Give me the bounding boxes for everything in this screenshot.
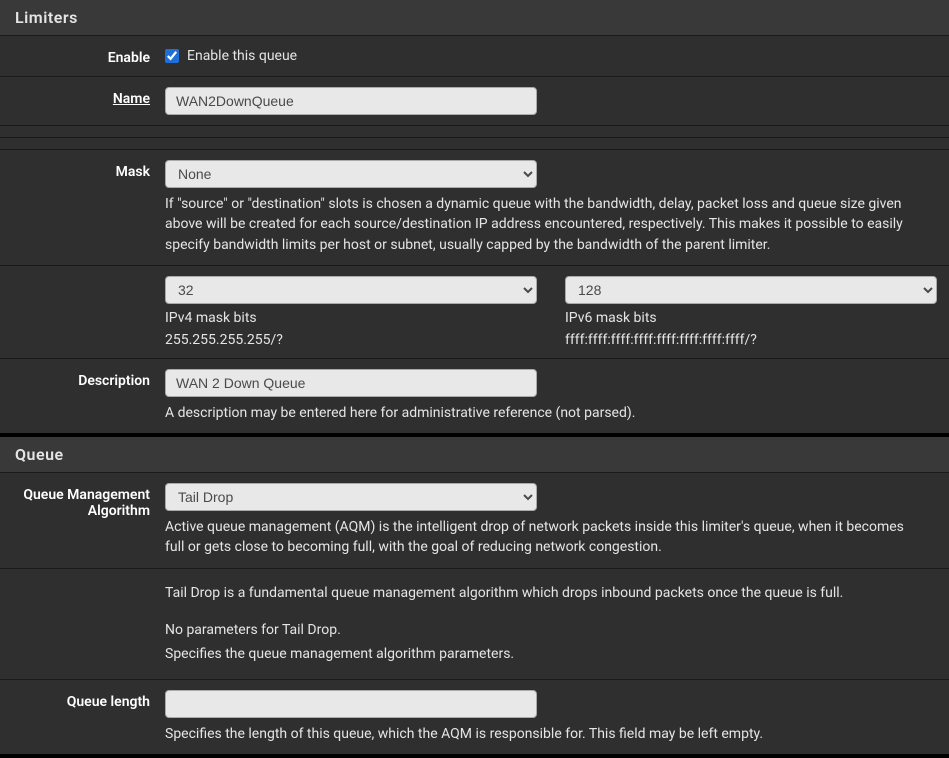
qma-params-none: No parameters for Tail Drop. — [165, 619, 934, 643]
qma-body1: Tail Drop is a fundamental queue managem… — [0, 568, 949, 607]
mask-select[interactable]: None — [165, 160, 537, 188]
label-qma: Queue Management Algorithm — [0, 483, 165, 519]
ipv6-bits-select[interactable]: 128 — [565, 276, 937, 304]
name-input[interactable] — [165, 87, 537, 115]
qlen-help: Specifies the length of this queue, whic… — [165, 724, 925, 744]
label-mask-bits — [0, 276, 165, 280]
row-name: Name — [0, 76, 949, 125]
queue-panel: Queue Queue Management Algorithm Tail Dr… — [0, 437, 949, 754]
row-qma: Queue Management Algorithm Tail Drop Act… — [0, 472, 949, 568]
label-name: Name — [0, 87, 165, 107]
qma-select[interactable]: Tail Drop — [165, 483, 537, 511]
qma-help: Active queue management (AQM) is the int… — [165, 517, 925, 558]
row-description: Description A description may be entered… — [0, 358, 949, 433]
label-description: Description — [0, 369, 165, 389]
ipv4-bits-select[interactable]: 32 — [165, 276, 537, 304]
label-qlen: Queue length — [0, 690, 165, 710]
limiters-panel-title: Limiters — [0, 0, 949, 35]
row-mask: Mask None If "source" or "destination" s… — [0, 149, 949, 265]
qma-params: No parameters for Tail Drop. Specifies t… — [0, 607, 949, 679]
spacer — [0, 125, 949, 137]
enable-checkbox-wrap[interactable]: Enable this queue — [165, 46, 934, 64]
description-input[interactable] — [165, 369, 537, 397]
label-mask: Mask — [0, 160, 165, 180]
label-enable: Enable — [0, 46, 165, 66]
mask-help: If "source" or "destination" slots is ch… — [165, 194, 925, 255]
queue-panel-title: Queue — [0, 437, 949, 472]
row-enable: Enable Enable this queue — [0, 35, 949, 76]
qlen-input[interactable] — [165, 690, 537, 718]
row-qlen: Queue length Specifies the length of thi… — [0, 679, 949, 754]
ipv6-bits-label: IPv6 mask bits — [565, 310, 937, 326]
row-mask-bits: 32 IPv4 mask bits 255.255.255.255/? 128 … — [0, 265, 949, 358]
spacer — [0, 137, 949, 149]
ipv4-bits-sub: 255.255.255.255/? — [165, 332, 537, 348]
qma-params-help: Specifies the queue management algorithm… — [165, 643, 934, 667]
description-help: A description may be entered here for ad… — [165, 403, 925, 423]
enable-checkbox[interactable] — [165, 49, 179, 63]
enable-checkbox-label: Enable this queue — [187, 48, 297, 64]
limiters-panel: Limiters Enable Enable this queue Name M… — [0, 0, 949, 433]
ipv6-bits-sub: ffff:ffff:ffff:ffff:ffff:ffff:ffff:ffff/… — [565, 332, 937, 348]
ipv4-bits-label: IPv4 mask bits — [165, 310, 537, 326]
